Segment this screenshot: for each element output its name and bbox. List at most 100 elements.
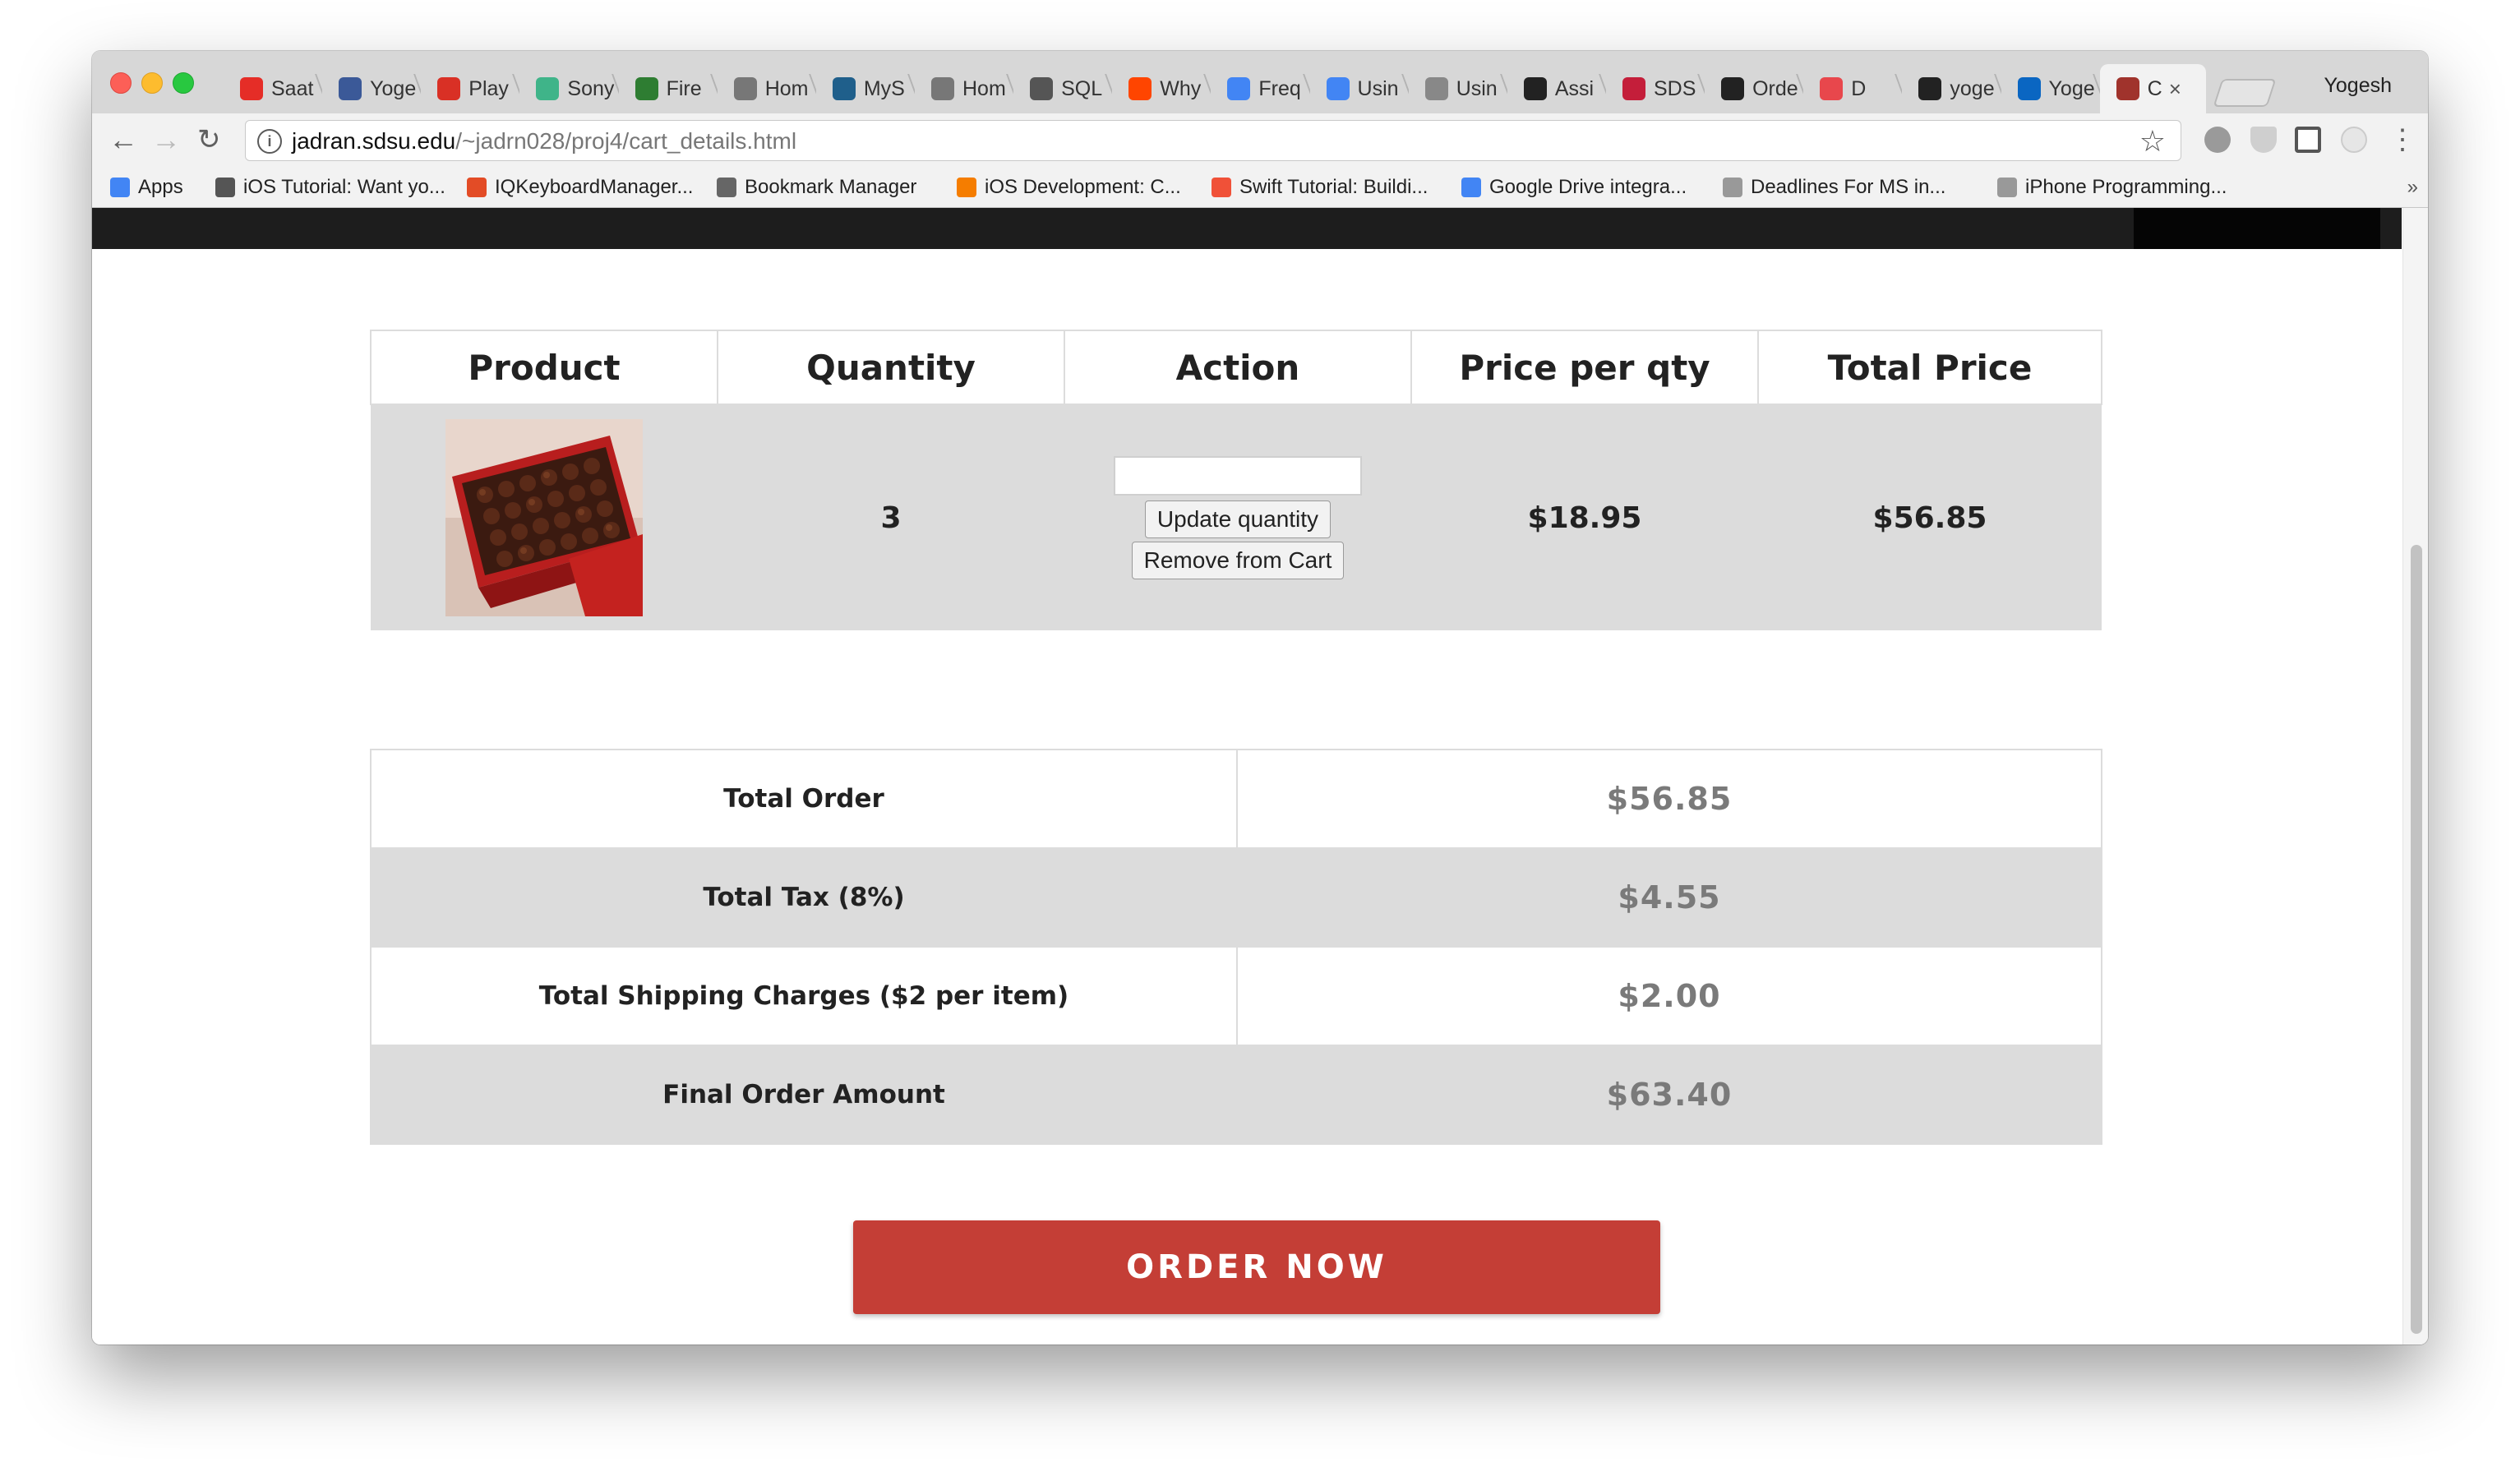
profile-name[interactable]: Yogesh [2324, 74, 2393, 98]
bookmark-0[interactable]: Apps [110, 176, 183, 199]
iqkeyboard-icon [467, 178, 487, 197]
bookmark-7[interactable]: Deadlines For MS in... [1723, 176, 1945, 199]
tab-label: Usin [1357, 76, 1399, 100]
tab-2[interactable]: Play [421, 64, 519, 113]
bookmark-label: iPhone Programming... [2025, 176, 2227, 198]
tab-label: Yoge [2048, 76, 2095, 100]
bookmark-2[interactable]: IQKeyboardManager... [467, 176, 693, 199]
site-nav-bar [92, 208, 2402, 249]
tab-9[interactable]: Why [1112, 64, 1211, 113]
tab-12[interactable]: Usin [1409, 64, 1507, 113]
sony-app-icon [536, 77, 560, 100]
apps-grid-icon [110, 178, 130, 197]
extension-info-icon[interactable] [2341, 127, 2367, 153]
back-arrow-icon[interactable]: ← [108, 123, 138, 156]
tab-11[interactable]: Usin [1310, 64, 1409, 113]
item-price-per-qty: $18.95 [1411, 404, 1758, 630]
close-window-button[interactable] [110, 72, 132, 94]
bookmark-4[interactable]: iOS Development: C... [957, 176, 1181, 199]
tab-13[interactable]: Assi [1507, 64, 1606, 113]
star-icon [717, 178, 736, 197]
tab-label: Play [468, 76, 509, 100]
scrollbar[interactable] [2402, 208, 2428, 1345]
shipping-value: $2.00 [1236, 946, 2102, 1046]
tab-3[interactable]: Sony [519, 64, 618, 113]
document-icon [1723, 178, 1742, 197]
browser-toolbar: ← → ↻ i jadran.sdsu.edu/~jadrn028/proj4/… [92, 113, 2428, 166]
close-tab-icon[interactable]: × [2169, 76, 2181, 102]
bookmark-1[interactable]: iOS Tutorial: Want yo... [215, 176, 445, 199]
tab-8[interactable]: SQL [1013, 64, 1112, 113]
bookmark-label: iOS Tutorial: Want yo... [243, 176, 445, 198]
col-product: Product [370, 330, 718, 405]
zoom-window-button[interactable] [173, 72, 194, 94]
shipping-label: Total Shipping Charges ($2 per item) [370, 946, 1238, 1046]
extension-settings-icon[interactable] [2204, 127, 2231, 153]
total-tax-value: $4.55 [1236, 847, 2102, 948]
extension-box-icon[interactable] [2295, 127, 2321, 153]
reddit-icon [1128, 77, 1152, 100]
tab-16[interactable]: D [1803, 64, 1902, 113]
address-bar[interactable]: i jadran.sdsu.edu/~jadrn028/proj4/cart_d… [245, 120, 2181, 161]
new-tab-button[interactable] [2213, 79, 2277, 107]
col-total-price: Total Price [1757, 330, 2102, 405]
minimize-window-button[interactable] [141, 72, 163, 94]
tab-18[interactable]: Yoge [2001, 64, 2100, 113]
tab-label: Orde [1752, 76, 1798, 100]
bookmark-3[interactable]: Bookmark Manager [717, 176, 916, 199]
github-icon [1721, 77, 1745, 100]
bookmark-star-icon[interactable]: ☆ [2139, 124, 2166, 159]
info-icon[interactable]: i [257, 129, 282, 154]
bookmarks-bar: » Apps iOS Tutorial: Want yo... IQKeyboard… [92, 166, 2428, 208]
bookmark-label: Swift Tutorial: Buildi... [1239, 176, 1428, 198]
forward-arrow-icon[interactable]: → [151, 123, 181, 156]
menu-kebab-icon[interactable]: ⋮ [2388, 123, 2416, 156]
url-host: jadran.sdsu.edu [292, 128, 456, 154]
ios-tutorial-icon [215, 178, 235, 197]
remove-from-cart-button[interactable]: Remove from Cart [1131, 542, 1345, 579]
update-quantity-button[interactable]: Update quantity [1144, 500, 1332, 538]
tab-list: Saat Yoge Play Sony Fire Hom MyS Hom SQL Why Freq U… [224, 64, 2277, 113]
scrollbar-thumb[interactable] [2411, 545, 2422, 1334]
bookmark-label: Google Drive integra... [1489, 176, 1687, 198]
tab-15[interactable]: Orde [1705, 64, 1803, 113]
url-text[interactable]: jadran.sdsu.edu/~jadrn028/proj4/cart_det… [292, 128, 796, 155]
quantity-input[interactable] [1114, 456, 1362, 496]
blackboard-icon [1523, 77, 1547, 100]
total-order-label: Total Order [370, 749, 1238, 849]
bookmark-8[interactable]: iPhone Programming... [1997, 176, 2227, 199]
tab-label: Yoge [370, 76, 417, 100]
tab-10[interactable]: Freq [1211, 64, 1309, 113]
browser-window: Saat Yoge Play Sony Fire Hom MyS Hom SQL Why Freq U… [92, 51, 2428, 1345]
more-bookmarks-icon[interactable]: » [2407, 176, 2418, 199]
your-cart-link[interactable] [2134, 208, 2380, 249]
tab-label: Hom [962, 76, 1006, 100]
bookmark-5[interactable]: Swift Tutorial: Buildi... [1212, 176, 1428, 199]
tab-0[interactable]: Saat [224, 64, 322, 113]
tab-1[interactable]: Yoge [322, 64, 421, 113]
bookmark-6[interactable]: Google Drive integra... [1461, 176, 1687, 199]
stack-icon [1030, 77, 1054, 100]
cart-table: Product Quantity Action Price per qty To… [370, 330, 2102, 630]
mysql-icon [832, 77, 856, 100]
tab-17[interactable]: yoge [1902, 64, 2001, 113]
tab-4[interactable]: Fire [619, 64, 718, 113]
github-icon [1918, 77, 1942, 100]
tab-5[interactable]: Hom [718, 64, 816, 113]
tab-strip: Saat Yoge Play Sony Fire Hom MyS Hom SQL Why Freq U… [92, 51, 2428, 114]
url-path: /~jadrn028/proj4/cart_details.html [455, 128, 797, 154]
shield-icon[interactable] [2250, 127, 2277, 153]
reload-icon[interactable]: ↻ [197, 123, 221, 156]
order-now-button[interactable]: ORDER NOW [853, 1220, 1660, 1314]
tab-14[interactable]: SDS [1606, 64, 1705, 113]
col-quantity: Quantity [717, 330, 1065, 405]
tab-label: Usin [1456, 76, 1498, 100]
total-order-value: $56.85 [1236, 749, 2102, 849]
tab-7[interactable]: Hom [915, 64, 1013, 113]
tab-label: SQL [1061, 76, 1103, 100]
tab-19[interactable]: C × [2099, 64, 2207, 113]
col-action: Action [1064, 330, 1412, 405]
google-drive-icon [1461, 178, 1481, 197]
tab-6[interactable]: MyS [816, 64, 915, 113]
google-icon [1326, 77, 1350, 100]
